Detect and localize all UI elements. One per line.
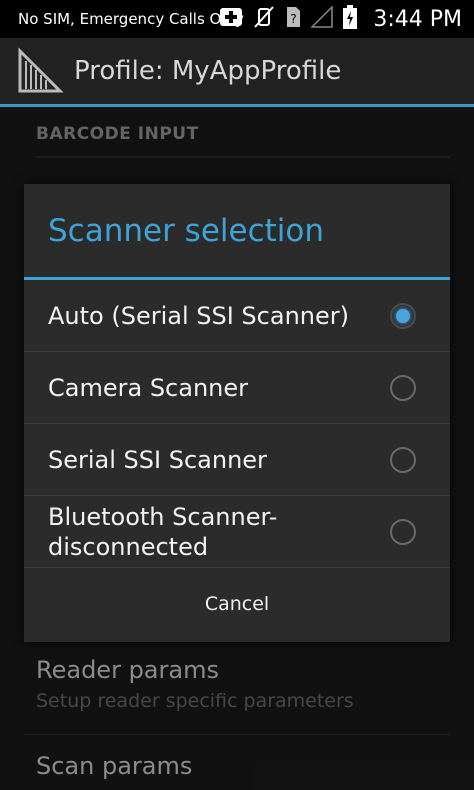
dialog-title: Scanner selection: [24, 184, 450, 280]
option-label: Camera Scanner: [48, 373, 249, 402]
option-label: Bluetooth Scanner-disconnected: [48, 502, 278, 561]
status-time: 3:44 PM: [373, 6, 462, 32]
svg-text:?: ?: [291, 12, 297, 26]
page-title: Profile: MyAppProfile: [74, 56, 342, 86]
action-bar: Profile: MyAppProfile: [0, 38, 474, 107]
option-camera-scanner[interactable]: Camera Scanner: [24, 352, 450, 424]
vibrate-off-icon: [253, 5, 275, 33]
battery-charging-icon: [343, 5, 358, 33]
carrier-status-text: No SIM, Emergency Calls Only: [18, 10, 244, 28]
radio-unselected-icon[interactable]: [390, 518, 416, 545]
radio-unselected-icon[interactable]: [390, 446, 416, 473]
scanner-selection-dialog: Scanner selection Auto (Serial SSI Scann…: [24, 184, 450, 642]
radio-unselected-icon[interactable]: [390, 374, 416, 401]
status-icons: ? 3:44 PM: [219, 0, 462, 38]
radio-dot: [396, 308, 410, 323]
option-auto-serial-ssi[interactable]: Auto (Serial SSI Scanner): [24, 280, 450, 352]
no-signal-icon: [310, 5, 334, 32]
radio-selected-icon[interactable]: [390, 302, 416, 329]
option-serial-ssi-scanner[interactable]: Serial SSI Scanner: [24, 424, 450, 496]
no-sim-icon: ?: [285, 6, 301, 32]
cancel-button[interactable]: Cancel: [24, 568, 450, 639]
option-label: Auto (Serial SSI Scanner): [48, 301, 349, 330]
medical-plus-icon: [219, 7, 243, 31]
option-label: Serial SSI Scanner: [48, 445, 267, 474]
barcode-app-icon[interactable]: [16, 47, 64, 95]
option-bluetooth-scanner[interactable]: Bluetooth Scanner-disconnected: [24, 496, 450, 568]
status-bar: No SIM, Emergency Calls Only ? 3:44 PM: [0, 0, 474, 38]
